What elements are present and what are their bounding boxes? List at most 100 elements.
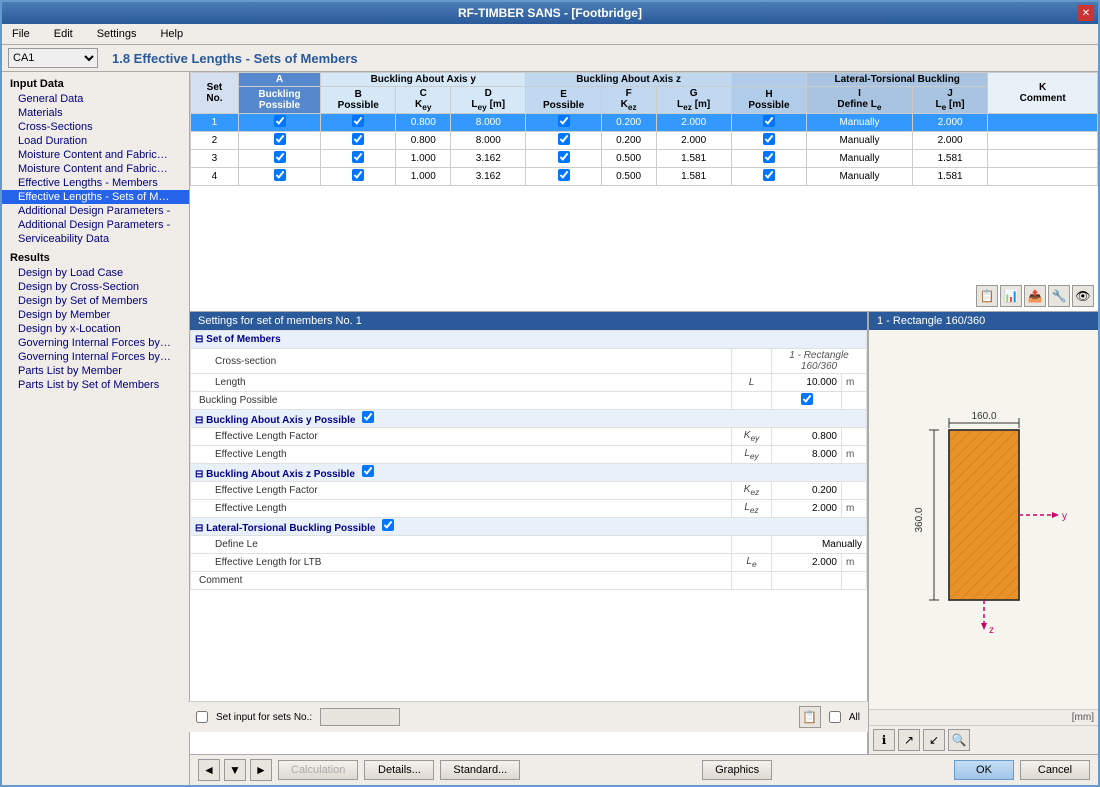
col-k-header: KComment <box>988 73 1098 114</box>
col-j-sub: JLe [m] <box>912 87 988 114</box>
el-z-unit: m <box>842 500 867 518</box>
cs-arrow-down-btn[interactable]: ↙ <box>923 729 945 751</box>
details-button[interactable]: Details... <box>364 760 434 780</box>
buckling-z-cb[interactable] <box>362 465 374 477</box>
sidebar-item-gov-internal-forces-s[interactable]: Governing Internal Forces by S... <box>2 350 189 364</box>
sidebar-item-eff-lengths-sets[interactable]: Effective Lengths - Sets of Me... <box>2 190 189 204</box>
menu-settings[interactable]: Settings <box>91 26 143 42</box>
cross-section-key-cell <box>732 349 772 374</box>
row-comment: Comment <box>191 572 867 590</box>
cs-diagram: 160.0 360.0 <box>869 330 1098 709</box>
row-buckling-y-header: ⊟ Buckling About Axis y Possible <box>191 410 867 428</box>
el-z-key: Lez <box>732 500 772 518</box>
buckling-y-header: ⊟ Buckling About Axis y Possible <box>191 410 867 428</box>
cs-zoom-btn[interactable]: 🔍 <box>948 729 970 751</box>
buckling-possible-cb[interactable] <box>801 393 813 405</box>
results-label: Results <box>2 250 189 266</box>
ltb-header: ⊟ Lateral-Torsional Buckling Possible <box>191 518 867 536</box>
sidebar-item-design-set-members[interactable]: Design by Set of Members <box>2 294 189 308</box>
table-row[interactable]: 31.0003.1620.5001.581Manually1.581 <box>191 150 1098 168</box>
row-cross-section: Cross-section 1 - Rectangle 160/360 <box>191 349 867 374</box>
sidebar-item-gov-internal-forces[interactable]: Governing Internal Forces by M... <box>2 336 189 350</box>
toolbar-icon-2[interactable]: ▼ <box>224 759 246 781</box>
table-icon-5[interactable]: 👁 <box>1072 285 1094 307</box>
bottom-toolbar: ◄ ▼ ► Calculation Details... Standard...… <box>190 754 1098 785</box>
sidebar-item-design-x-location[interactable]: Design by x-Location <box>2 322 189 336</box>
set-of-members-header: ⊟ Set of Members <box>191 331 867 349</box>
settings-title: Settings for set of members No. 1 <box>190 312 867 330</box>
menu-help[interactable]: Help <box>154 26 189 42</box>
length-value: 10.000 <box>772 374 842 392</box>
ca-selector[interactable]: CA1 <box>8 48 98 68</box>
set-input-field[interactable] <box>320 708 400 726</box>
table-icon-4[interactable]: 🔧 <box>1048 285 1070 307</box>
sidebar-item-add-design-1[interactable]: Additional Design Parameters - <box>2 204 189 218</box>
cs-svg: 160.0 360.0 <box>894 405 1074 635</box>
settings-table: ⊟ Set of Members Cross-section 1 - Recta… <box>190 330 867 590</box>
row-elf-z: Effective Length Factor Kez 0.200 <box>191 482 867 500</box>
el-y-label: Effective Length <box>191 446 732 464</box>
graphics-button[interactable]: Graphics <box>702 760 772 780</box>
col-a-header: A <box>238 73 320 87</box>
sidebar-item-parts-list-member[interactable]: Parts List by Member <box>2 364 189 378</box>
standard-button[interactable]: Standard... <box>440 760 520 780</box>
all-label: All <box>849 712 860 723</box>
sidebar-item-materials[interactable]: Materials <box>2 106 189 120</box>
sidebar-item-moisture-2[interactable]: Moisture Content and Fabricati... <box>2 162 189 176</box>
table-icon-2[interactable]: 📊 <box>1000 285 1022 307</box>
sidebar-item-serviceability[interactable]: Serviceability Data <box>2 232 189 246</box>
sidebar-item-design-member[interactable]: Design by Member <box>2 308 189 322</box>
calculation-button[interactable]: Calculation <box>278 760 358 780</box>
ok-button[interactable]: OK <box>954 760 1014 780</box>
sidebar-item-design-load-case[interactable]: Design by Load Case <box>2 266 189 280</box>
menu-bar: File Edit Settings Help <box>2 24 1098 45</box>
elf-y-label: Effective Length Factor <box>191 428 732 446</box>
set-input-cb[interactable] <box>196 711 208 723</box>
col-h-header <box>731 73 806 87</box>
cancel-button[interactable]: Cancel <box>1020 760 1090 780</box>
row-buckling-z-header: ⊟ Buckling About Axis z Possible <box>191 464 867 482</box>
table-row[interactable]: 41.0003.1620.5001.581Manually1.581 <box>191 168 1098 186</box>
buckling-y-cb[interactable] <box>362 411 374 423</box>
menu-file[interactable]: File <box>6 26 36 42</box>
table-icon-1[interactable]: 📋 <box>976 285 998 307</box>
cs-arrow-up-btn[interactable]: ↗ <box>898 729 920 751</box>
set-input-copy-btn[interactable]: 📋 <box>799 706 821 728</box>
toolbar-icon-3[interactable]: ► <box>250 759 272 781</box>
all-cb[interactable] <box>829 711 841 723</box>
cs-title: 1 - Rectangle 160/360 <box>869 312 1098 330</box>
ltb-cb[interactable] <box>382 519 394 531</box>
title-bar: RF-TIMBER SANS - [Footbridge] ✕ <box>2 2 1098 24</box>
define-le-value: Manually <box>772 536 867 554</box>
sidebar-item-add-design-2[interactable]: Additional Design Parameters - <box>2 218 189 232</box>
cs-info-btn[interactable]: ℹ <box>873 729 895 751</box>
row-define-le: Define Le Manually <box>191 536 867 554</box>
table-row[interactable]: 20.8008.0000.2002.000Manually2.000 <box>191 132 1098 150</box>
length-unit: m <box>842 374 867 392</box>
settings-panel: Settings for set of members No. 1 ⊟ Set … <box>190 312 868 754</box>
buckling-possible-label: Buckling Possible <box>191 392 732 410</box>
table-row[interactable]: 10.8008.0000.2002.000Manually2.000 <box>191 114 1098 132</box>
sidebar-item-load-duration[interactable]: Load Duration <box>2 134 189 148</box>
sidebar-item-cross-sections[interactable]: Cross-Sections <box>2 120 189 134</box>
table-icon-3[interactable]: 📤 <box>1024 285 1046 307</box>
col-ij-header: Lateral-Torsional Buckling <box>807 73 988 87</box>
close-button[interactable]: ✕ <box>1078 5 1094 21</box>
sidebar-item-design-cross-section[interactable]: Design by Cross-Section <box>2 280 189 294</box>
sidebar-item-parts-list-set[interactable]: Parts List by Set of Members <box>2 378 189 392</box>
menu-edit[interactable]: Edit <box>48 26 79 42</box>
el-z-value: 2.000 <box>772 500 842 518</box>
cs-icon-bar: ℹ ↗ ↙ 🔍 <box>869 725 1098 754</box>
svg-text:360.0: 360.0 <box>914 507 925 532</box>
toolbar-icon-1[interactable]: ◄ <box>198 759 220 781</box>
sidebar-item-moisture-1[interactable]: Moisture Content and Fabricati... <box>2 148 189 162</box>
sidebar-item-eff-lengths-members[interactable]: Effective Lengths - Members <box>2 176 189 190</box>
eff-ltb-key: Le <box>732 554 772 572</box>
eff-ltb-label: Effective Length for LTB <box>191 554 732 572</box>
el-y-key: Ley <box>732 446 772 464</box>
row-el-y: Effective Length Ley 8.000 m <box>191 446 867 464</box>
row-set-of-members: ⊟ Set of Members <box>191 331 867 349</box>
sidebar-item-general-data[interactable]: General Data <box>2 92 189 106</box>
col-e-sub: EPossible <box>526 87 601 114</box>
col-a-sub: BucklingPossible <box>238 87 320 114</box>
